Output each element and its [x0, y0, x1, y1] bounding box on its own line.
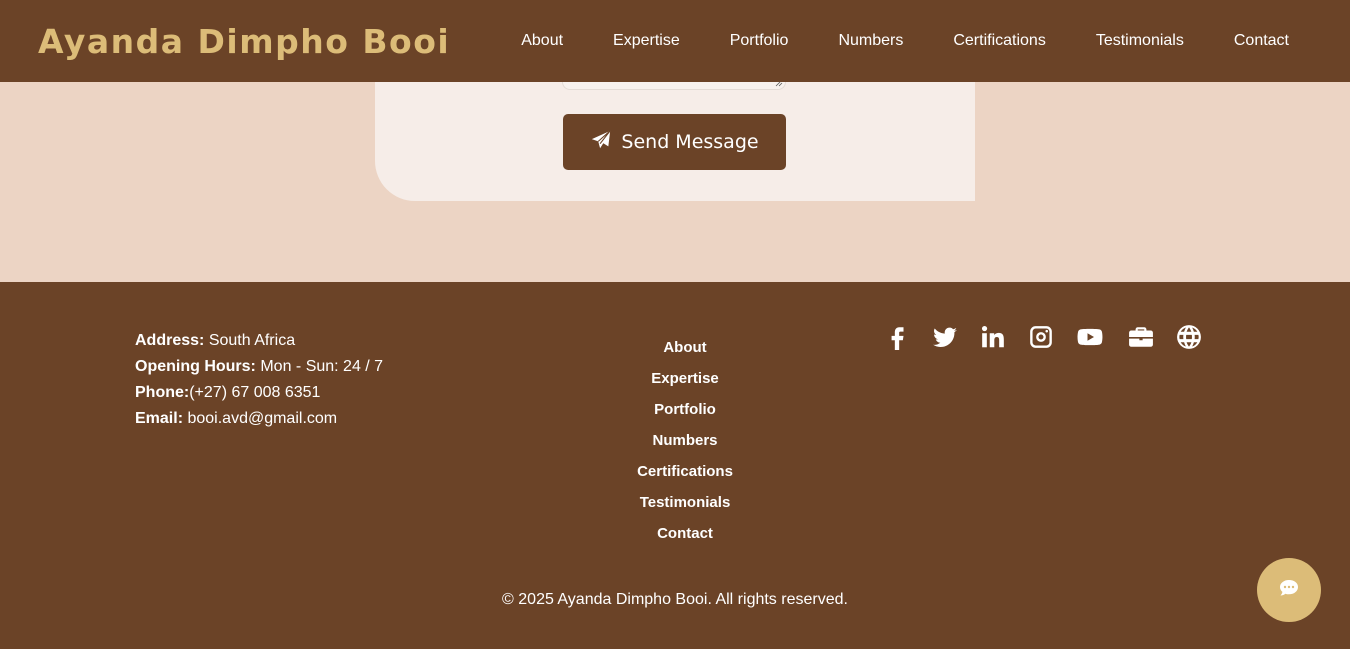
footer-link-numbers[interactable]: Numbers — [652, 425, 717, 456]
nav-portfolio[interactable]: Portfolio — [730, 32, 789, 50]
nav-contact[interactable]: Contact — [1234, 32, 1289, 50]
top-navbar: Ayanda Dimpho Booi About Expertise Portf… — [0, 0, 1350, 82]
footer-link-about[interactable]: About — [663, 332, 706, 363]
footer-link-contact[interactable]: Contact — [657, 518, 713, 549]
address-label: Address: — [135, 332, 205, 349]
globe-icon[interactable] — [1176, 324, 1202, 350]
address-row: Address: South Africa — [135, 328, 383, 354]
youtube-icon[interactable] — [1076, 324, 1104, 350]
site-brand[interactable]: Ayanda Dimpho Booi — [38, 22, 450, 61]
nav-numbers[interactable]: Numbers — [838, 32, 903, 50]
linkedin-icon[interactable] — [980, 324, 1006, 350]
phone-value[interactable]: (+27) 67 008 6351 — [189, 384, 320, 401]
footer-link-certifications[interactable]: Certifications — [637, 456, 733, 487]
twitter-icon[interactable] — [932, 324, 958, 350]
email-value[interactable]: booi.avd@gmail.com — [187, 410, 337, 427]
instagram-icon[interactable] — [1028, 324, 1054, 350]
hours-label: Opening Hours: — [135, 358, 256, 375]
send-message-label: Send Message — [621, 131, 759, 153]
hours-value: Mon - Sun: 24 / 7 — [260, 358, 384, 375]
footer-link-expertise[interactable]: Expertise — [651, 363, 719, 394]
nav-expertise[interactable]: Expertise — [613, 32, 680, 50]
phone-label: Phone: — [135, 384, 190, 401]
email-label: Email: — [135, 410, 184, 427]
main-nav: About Expertise Portfolio Numbers Certif… — [521, 0, 1289, 82]
footer-link-testimonials[interactable]: Testimonials — [640, 487, 731, 518]
phone-row: Phone:(+27) 67 008 6351 — [135, 380, 383, 406]
contact-info: Address: South Africa Opening Hours: Mon… — [135, 328, 383, 432]
facebook-icon[interactable] — [884, 324, 910, 350]
hours-row: Opening Hours: Mon - Sun: 24 / 7 — [135, 354, 383, 380]
nav-testimonials[interactable]: Testimonials — [1096, 32, 1184, 50]
address-value: South Africa — [208, 332, 296, 349]
paper-plane-icon — [590, 129, 612, 156]
copyright-text: © 2025 Ayanda Dimpho Booi. All rights re… — [502, 591, 848, 608]
send-message-button[interactable]: Send Message — [563, 114, 786, 170]
email-row: Email: booi.avd@gmail.com — [135, 406, 383, 432]
chat-bubble-icon — [1279, 579, 1299, 602]
site-footer: Address: South Africa Opening Hours: Mon… — [0, 282, 1350, 649]
nav-about[interactable]: About — [521, 32, 563, 50]
social-links — [884, 324, 1224, 350]
chat-button[interactable] — [1257, 558, 1321, 622]
nav-certifications[interactable]: Certifications — [953, 32, 1045, 50]
briefcase-icon[interactable] — [1128, 324, 1154, 350]
footer-link-portfolio[interactable]: Portfolio — [654, 394, 716, 425]
footer-nav: About Expertise Portfolio Numbers Certif… — [600, 332, 770, 549]
